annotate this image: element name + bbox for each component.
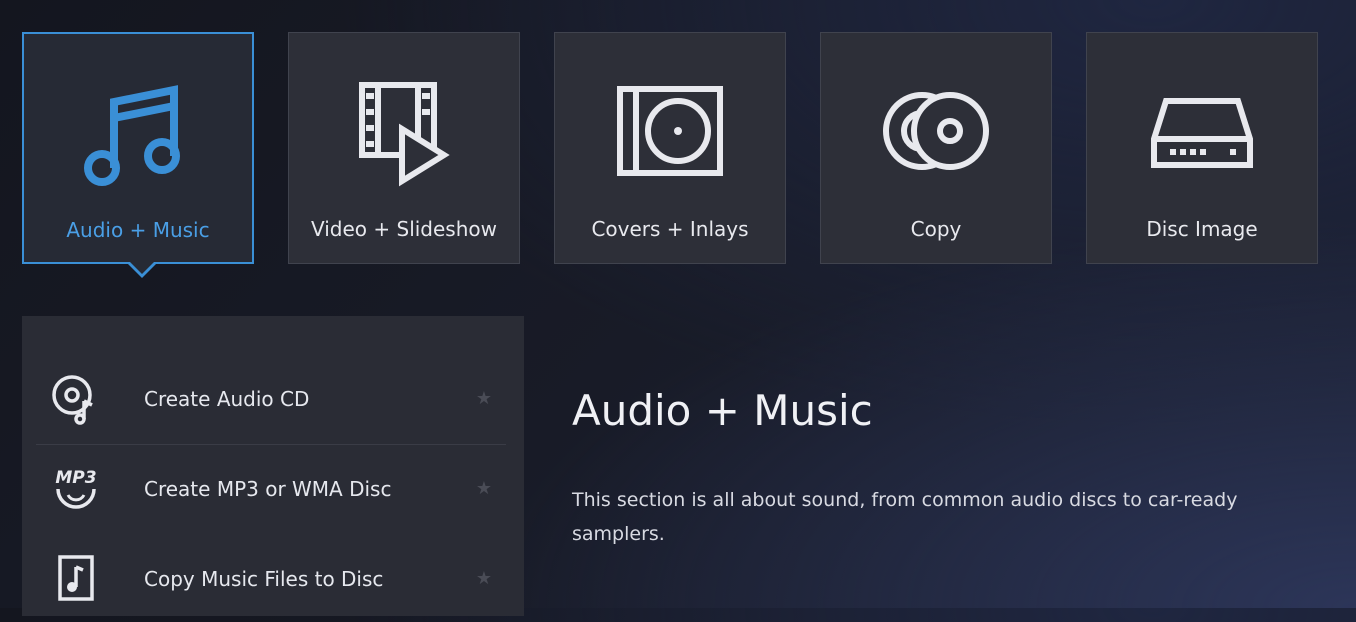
action-label: Create Audio CD [144,387,310,411]
action-label: Copy Music Files to Disc [144,567,384,591]
audio-cd-icon [48,371,104,427]
tile-label: Audio + Music [66,218,210,242]
music-notes-icon [24,72,252,192]
copy-discs-icon [821,71,1051,191]
tile-label: Disc Image [1146,217,1258,241]
tile-covers-inlays[interactable]: Covers + Inlays [554,32,786,264]
tile-disc-image[interactable]: Disc Image [1086,32,1318,264]
action-copy-music-files[interactable]: Copy Music Files to Disc ★ [36,536,516,622]
disc-cover-icon [555,71,785,191]
tile-copy[interactable]: Copy [820,32,1052,264]
mp3-icon-text: MP3 [55,468,96,488]
action-create-mp3-wma-disc[interactable]: MP3 Create MP3 or WMA Disc ★ [36,446,516,532]
detail-description: This section is all about sound, from co… [572,489,1238,545]
tile-video-slideshow[interactable]: Video + Slideshow [288,32,520,264]
category-tiles: Audio + Music Video + Slideshow Covers +… [22,32,1342,278]
action-label: Create MP3 or WMA Disc [144,477,392,501]
mp3-disc-icon: MP3 [48,461,104,517]
favorite-star-icon[interactable]: ★ [476,568,492,589]
action-create-audio-cd[interactable]: Create Audio CD ★ [36,356,516,442]
favorite-star-icon[interactable]: ★ [476,478,492,499]
divider [36,444,506,445]
music-file-icon [48,551,104,607]
tile-audio-music[interactable]: Audio + Music [22,32,254,278]
tile-label: Copy [910,217,962,241]
tile-label: Covers + Inlays [591,217,749,241]
selection-caret [126,261,158,278]
action-list: Create Audio CD ★ MP3 Create MP3 or WMA … [22,316,524,616]
video-slideshow-icon [289,71,519,191]
favorite-star-icon[interactable]: ★ [476,388,492,409]
detail-title: Audio + Music [572,386,873,436]
tile-label: Video + Slideshow [310,217,497,241]
disc-drive-icon [1087,71,1317,191]
